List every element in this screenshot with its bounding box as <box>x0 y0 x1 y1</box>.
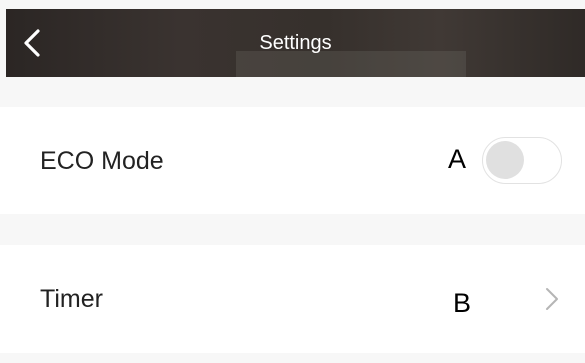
timer-label: Timer <box>40 285 103 313</box>
toggle-knob <box>486 141 524 179</box>
chevron-left-icon <box>24 29 40 57</box>
header-bar: Settings <box>6 9 585 77</box>
annotation-marker-a: A <box>448 144 467 174</box>
chevron-right-icon <box>546 288 558 310</box>
back-button[interactable] <box>16 25 48 61</box>
eco-mode-row: ECO Mode A <box>0 107 585 214</box>
eco-mode-label: ECO Mode <box>40 147 164 175</box>
timer-row[interactable]: Timer B <box>0 245 585 353</box>
annotation-marker-b: B <box>453 288 472 318</box>
header-background-panel <box>236 51 466 77</box>
eco-mode-toggle[interactable] <box>482 137 562 184</box>
